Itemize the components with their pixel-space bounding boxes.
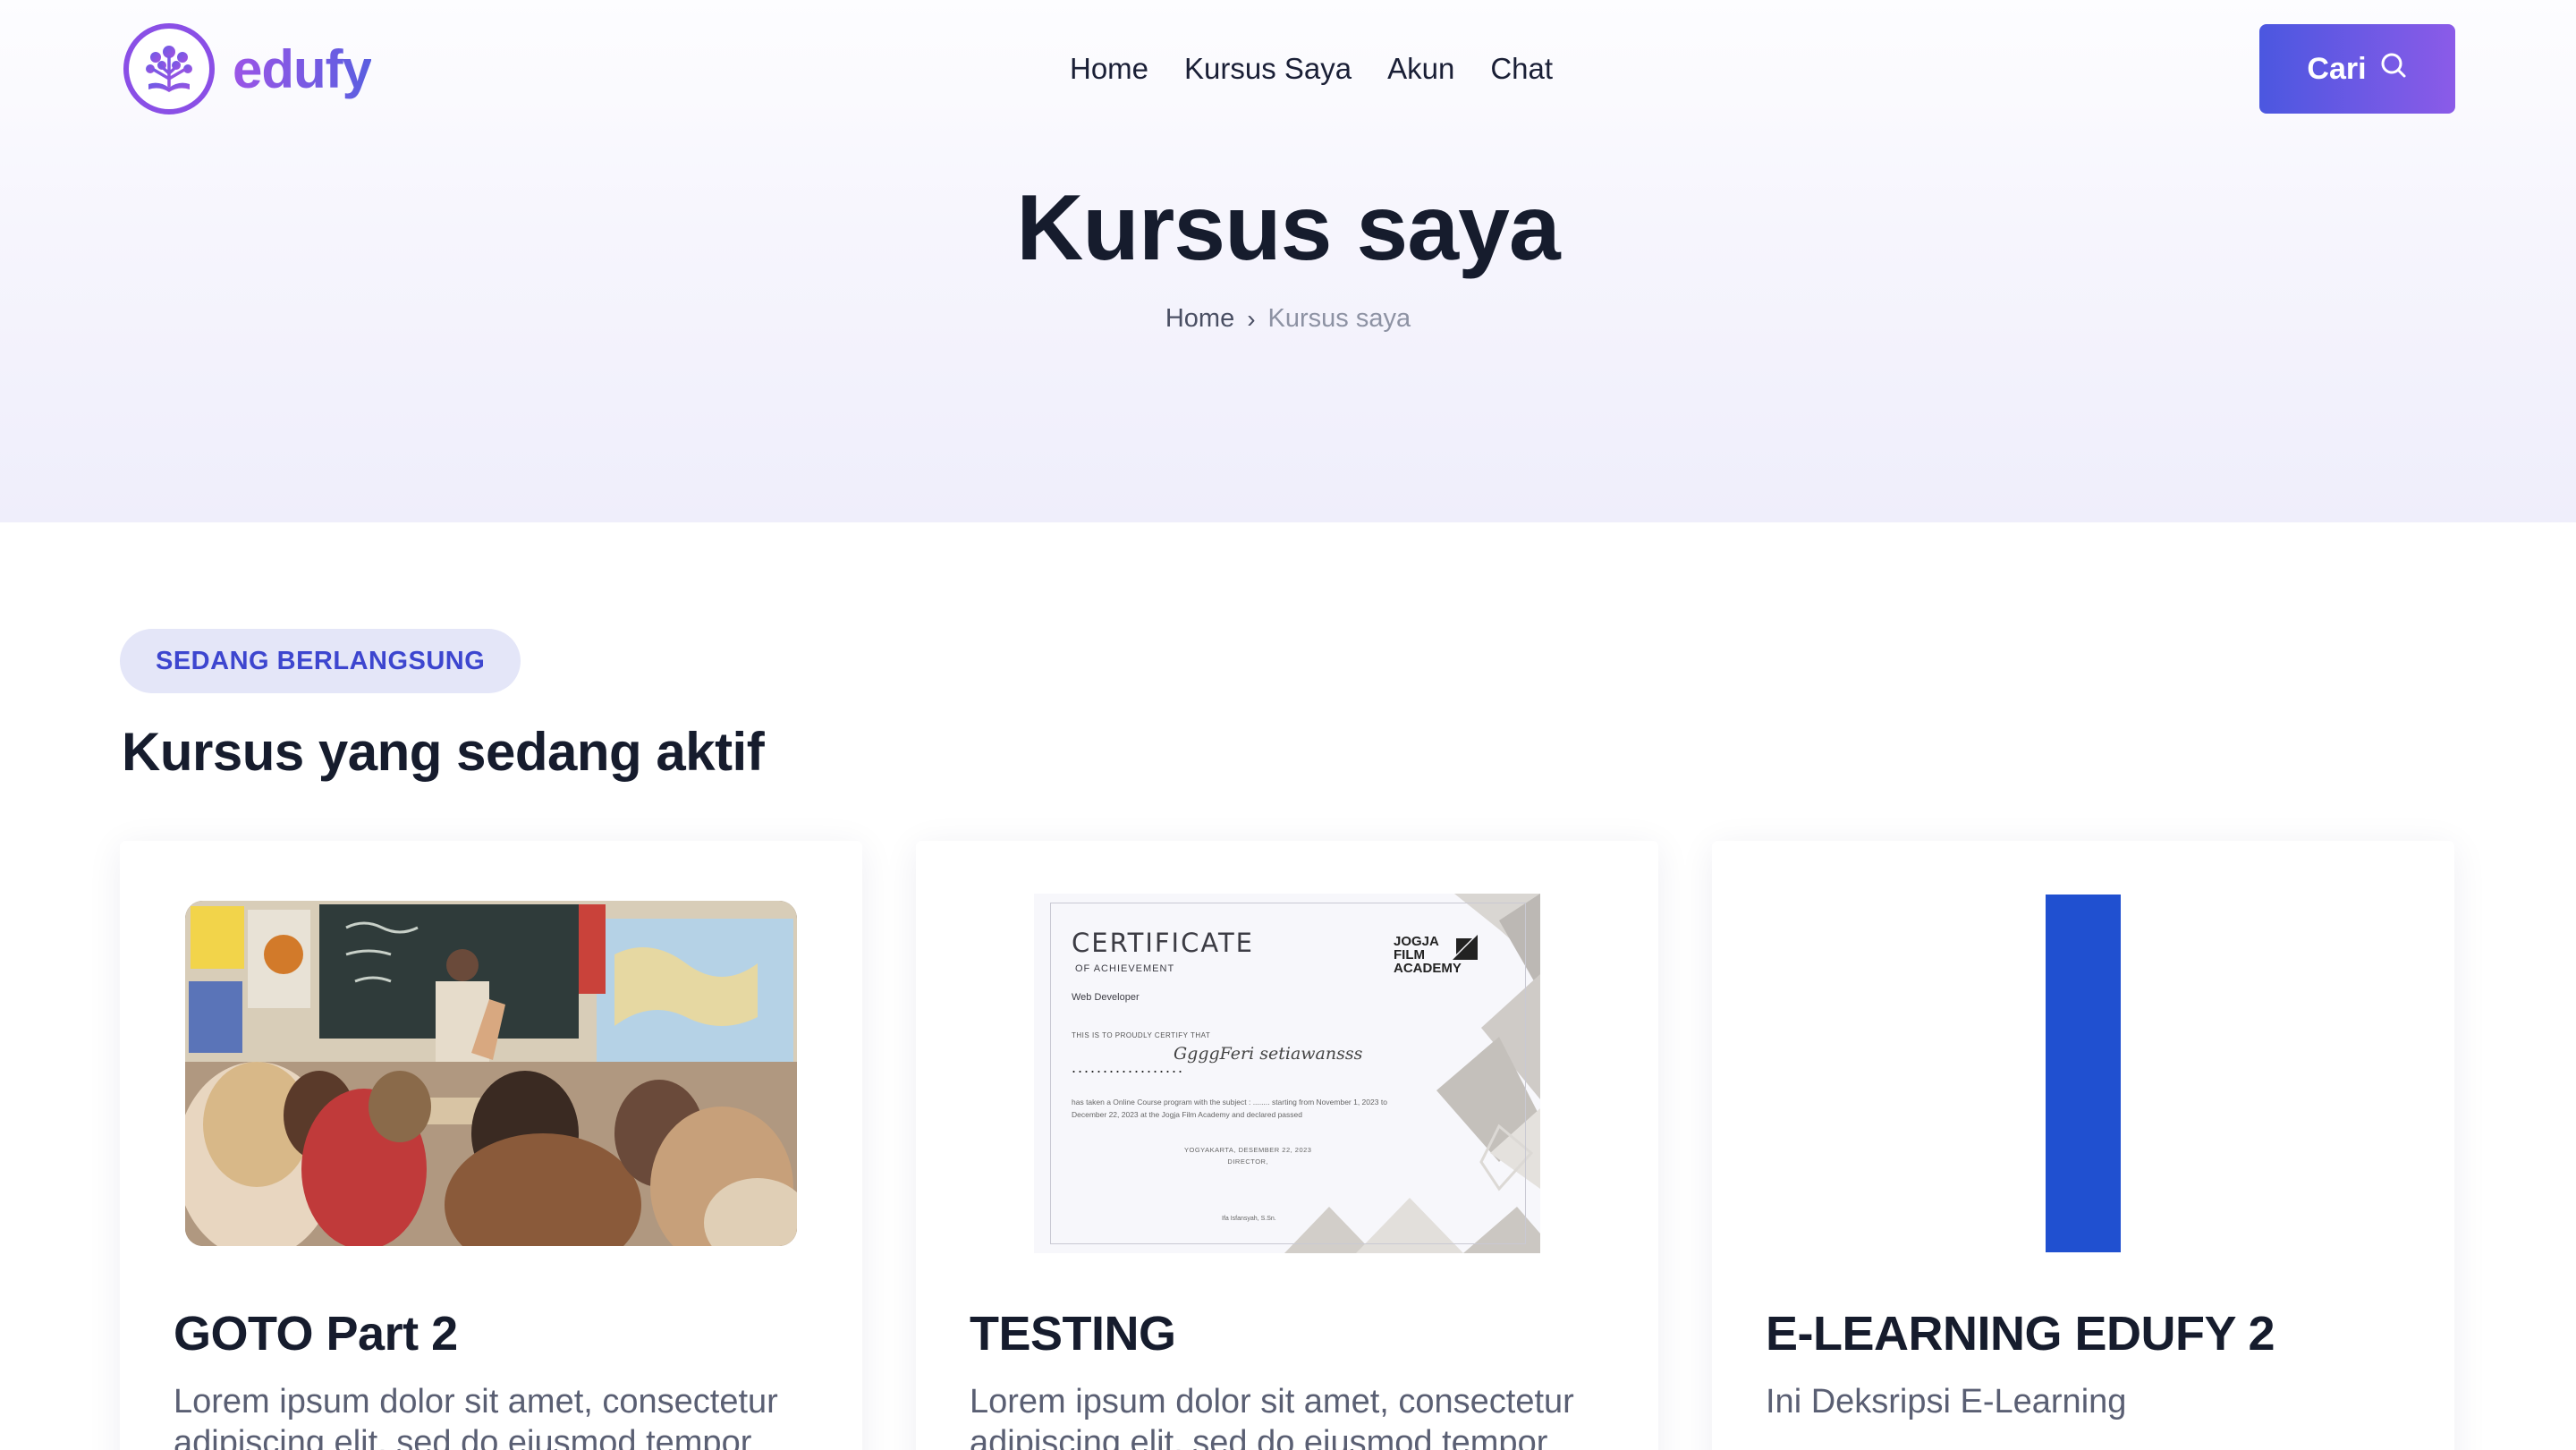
certificate-signatory: Ifa Isfansyah, S.Sn.	[1222, 1216, 1276, 1222]
course-thumbnail[interactable]: CERTIFICATE OF ACHIEVEMENT Web Developer…	[970, 894, 1605, 1253]
tree-logo-icon	[123, 23, 215, 114]
nav-chat[interactable]: Chat	[1490, 52, 1553, 86]
certificate-director: DIRECTOR,	[1227, 1157, 1269, 1166]
certificate-place-date: YOGYAKARTA, DESEMBER 22, 2023 DIRECTOR,	[1184, 1144, 1311, 1167]
course-thumbnail[interactable]	[174, 895, 809, 1252]
nav-akun[interactable]: Akun	[1387, 52, 1454, 86]
breadcrumb-current: Kursus saya	[1267, 304, 1411, 333]
course-title[interactable]: TESTING	[970, 1306, 1176, 1361]
course-title[interactable]: GOTO Part 2	[174, 1306, 458, 1361]
certificate-role: Web Developer	[1072, 992, 1140, 1003]
chevron-right-icon: ›	[1247, 304, 1256, 333]
page-title: Kursus saya	[1016, 176, 1561, 280]
course-thumbnail[interactable]	[1766, 895, 2401, 1252]
breadcrumb: Home › Kursus saya	[0, 304, 2576, 334]
certificate-title: CERTIFICATE	[1072, 928, 1254, 958]
course-card[interactable]: E-LEARNING EDUFY 2 Ini Deksripsi E-Learn…	[1712, 841, 2454, 1450]
nav-home[interactable]: Home	[1070, 52, 1148, 86]
search-icon	[2379, 51, 2408, 88]
certificate-dots: ..................	[1072, 1058, 1185, 1076]
blue-bar-image	[2046, 895, 2121, 1252]
certificate-recipient: GgggFeri setiawansss	[1174, 1044, 1363, 1064]
certificate-subtitle: OF ACHIEVEMENT	[1075, 963, 1175, 974]
hero-section: edufy Home Kursus Saya Akun Chat Cari Ku…	[0, 0, 2576, 522]
search-button[interactable]: Cari	[2259, 24, 2455, 114]
status-badge: SEDANG BERLANGSUNG	[120, 629, 521, 693]
classroom-photo	[185, 901, 797, 1246]
certificate-image: CERTIFICATE OF ACHIEVEMENT Web Developer…	[1034, 894, 1540, 1253]
nav-kursus-saya[interactable]: Kursus Saya	[1184, 52, 1352, 86]
course-title[interactable]: E-LEARNING EDUFY 2	[1766, 1306, 2275, 1361]
course-description: Lorem ipsum dolor sit amet, consectetur …	[970, 1383, 1574, 1450]
certificate-place: YOGYAKARTA, DESEMBER 22, 2023	[1184, 1146, 1312, 1154]
logo-triangle-icon	[1453, 935, 1478, 960]
section-title: Kursus yang sedang aktif	[122, 722, 765, 782]
certificate-certify-text: THIS IS TO PROUDLY CERTIFY THAT	[1072, 1031, 1211, 1039]
course-description: Lorem ipsum dolor sit amet, consectetur …	[174, 1383, 778, 1450]
search-button-label: Cari	[2307, 51, 2367, 86]
course-card[interactable]: GOTO Part 2 Lorem ipsum dolor sit amet, …	[120, 841, 862, 1450]
course-card[interactable]: CERTIFICATE OF ACHIEVEMENT Web Developer…	[916, 841, 1658, 1450]
certificate-logo-text: JOGJA FILM ACADEMY	[1394, 934, 1462, 976]
logo-text: edufy	[233, 38, 372, 99]
course-description: Ini Deksripsi E-Learning	[1766, 1383, 2127, 1420]
breadcrumb-home[interactable]: Home	[1165, 304, 1234, 334]
main-nav: Home Kursus Saya Akun Chat	[1070, 43, 1553, 95]
certificate-body: has taken a Online Course program with t…	[1072, 1098, 1387, 1119]
edufy-logo[interactable]: edufy	[123, 23, 372, 114]
jogja-film-academy-logo: JOGJA FILM ACADEMY	[1394, 935, 1478, 975]
